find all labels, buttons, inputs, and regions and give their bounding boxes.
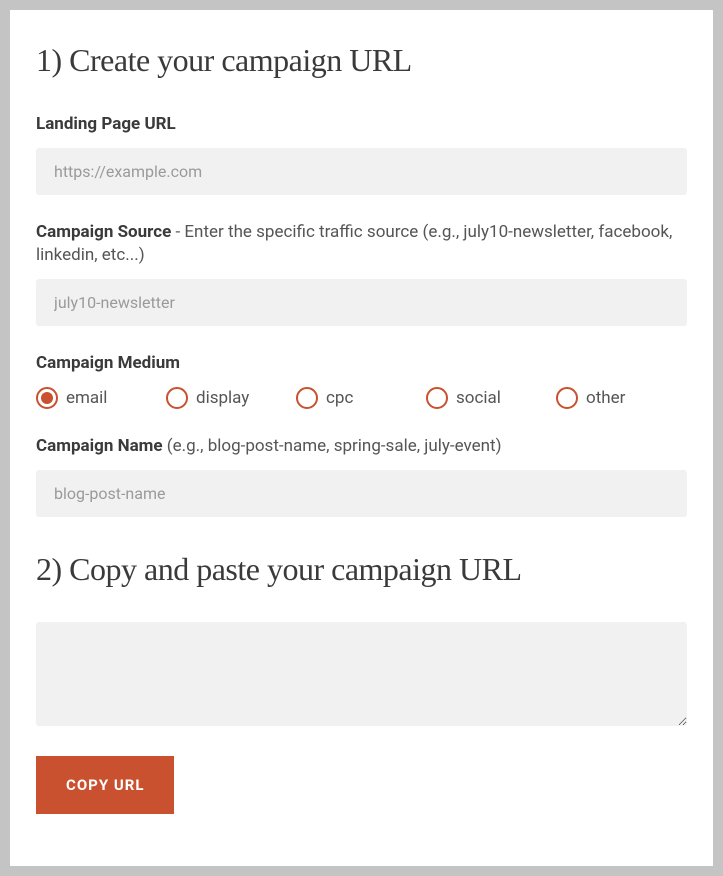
- radio-icon: [556, 387, 578, 409]
- radio-label: other: [586, 388, 625, 408]
- radio-label: display: [196, 388, 249, 408]
- campaign-url-builder: 1) Create your campaign URL Landing Page…: [10, 10, 713, 866]
- section-2-heading: 2) Copy and paste your campaign URL: [36, 551, 687, 588]
- campaign-source-label: Campaign Source - Enter the specific tra…: [36, 221, 687, 267]
- radio-icon: [296, 387, 318, 409]
- radio-cpc[interactable]: cpc: [296, 387, 426, 409]
- radio-email[interactable]: email: [36, 387, 166, 409]
- campaign-name-label: Campaign Name (e.g., blog-post-name, spr…: [36, 435, 687, 458]
- radio-display[interactable]: display: [166, 387, 296, 409]
- landing-url-input[interactable]: [36, 148, 687, 195]
- campaign-name-group: Campaign Name (e.g., blog-post-name, spr…: [36, 435, 687, 517]
- radio-label: social: [456, 388, 501, 408]
- radio-label: email: [66, 388, 107, 408]
- radio-icon: [166, 387, 188, 409]
- landing-url-label: Landing Page URL: [36, 113, 687, 136]
- campaign-name-input[interactable]: [36, 470, 687, 517]
- section-1-heading: 1) Create your campaign URL: [36, 42, 687, 79]
- radio-icon: [426, 387, 448, 409]
- campaign-source-input[interactable]: [36, 279, 687, 326]
- campaign-url-output[interactable]: [36, 622, 687, 726]
- campaign-medium-label: Campaign Medium: [36, 352, 687, 375]
- radio-label: cpc: [326, 388, 353, 408]
- copy-url-button[interactable]: Copy URL: [36, 756, 174, 814]
- campaign-medium-options: email display cpc social other: [36, 387, 687, 409]
- campaign-medium-group: Campaign Medium email display cpc social…: [36, 352, 687, 409]
- radio-icon: [36, 387, 58, 409]
- landing-url-group: Landing Page URL: [36, 113, 687, 195]
- radio-other[interactable]: other: [556, 387, 686, 409]
- campaign-source-group: Campaign Source - Enter the specific tra…: [36, 221, 687, 326]
- radio-social[interactable]: social: [426, 387, 556, 409]
